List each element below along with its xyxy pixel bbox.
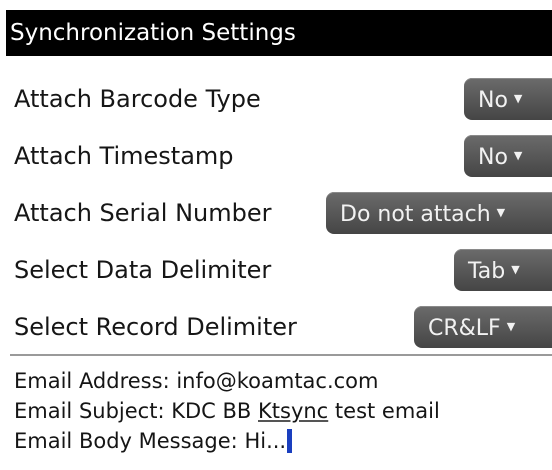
setting-row-barcode-type: Attach Barcode Type No ▼ bbox=[0, 70, 552, 128]
timestamp-dropdown[interactable]: No ▼ bbox=[464, 135, 552, 177]
email-subject-value-suffix: test email bbox=[334, 399, 440, 423]
setting-label: Attach Serial Number bbox=[14, 199, 272, 227]
email-body-label: Email Body Message: bbox=[14, 429, 238, 453]
setting-row-timestamp: Attach Timestamp No ▼ bbox=[0, 127, 552, 185]
barcode-type-dropdown[interactable]: No ▼ bbox=[464, 78, 552, 120]
email-address-label: Email Address: bbox=[14, 369, 170, 393]
triangle-down-icon: ▼ bbox=[513, 149, 523, 162]
dropdown-value: No bbox=[478, 145, 508, 170]
triangle-down-icon: ▼ bbox=[511, 263, 520, 276]
serial-number-dropdown[interactable]: Do not attach ▼ bbox=[326, 192, 552, 234]
email-subject-misspelled-word: Ktsync bbox=[258, 399, 329, 423]
email-address-value: info@koamtac.com bbox=[176, 369, 379, 393]
email-address-field[interactable]: Email Address: info@koamtac.com bbox=[14, 366, 379, 396]
data-delimiter-dropdown[interactable]: Tab ▼ bbox=[454, 249, 552, 291]
triangle-down-icon: ▼ bbox=[506, 320, 516, 333]
dropdown-value: No bbox=[478, 88, 508, 113]
email-subject-field[interactable]: Email Subject: KDC BB Ktsync test email bbox=[14, 396, 440, 426]
triangle-down-icon: ▼ bbox=[496, 206, 506, 219]
section-divider bbox=[10, 354, 552, 356]
sync-settings-screen: Synchronization Settings Attach Barcode … bbox=[0, 0, 552, 470]
dropdown-value: CR&LF bbox=[428, 316, 501, 341]
setting-row-record-delimiter: Select Record Delimiter CR&LF ▼ bbox=[0, 298, 552, 356]
dropdown-value: Tab bbox=[468, 259, 506, 284]
email-subject-value-prefix: KDC BB bbox=[171, 399, 252, 423]
email-body-value: Hi... bbox=[244, 429, 287, 453]
page-title: Synchronization Settings bbox=[6, 10, 552, 56]
dropdown-value: Do not attach bbox=[340, 202, 491, 227]
triangle-down-icon: ▼ bbox=[513, 92, 523, 105]
setting-label: Attach Barcode Type bbox=[14, 85, 261, 113]
setting-label: Select Data Delimiter bbox=[14, 256, 272, 284]
setting-label: Attach Timestamp bbox=[14, 142, 234, 170]
setting-label: Select Record Delimiter bbox=[14, 313, 297, 341]
email-body-field[interactable]: Email Body Message: Hi... bbox=[14, 426, 293, 456]
email-subject-label: Email Subject: bbox=[14, 399, 165, 423]
text-cursor bbox=[287, 429, 293, 453]
record-delimiter-dropdown[interactable]: CR&LF ▼ bbox=[414, 306, 552, 348]
setting-row-serial-number: Attach Serial Number Do not attach ▼ bbox=[0, 184, 552, 242]
setting-row-data-delimiter: Select Data Delimiter Tab ▼ bbox=[0, 241, 552, 299]
